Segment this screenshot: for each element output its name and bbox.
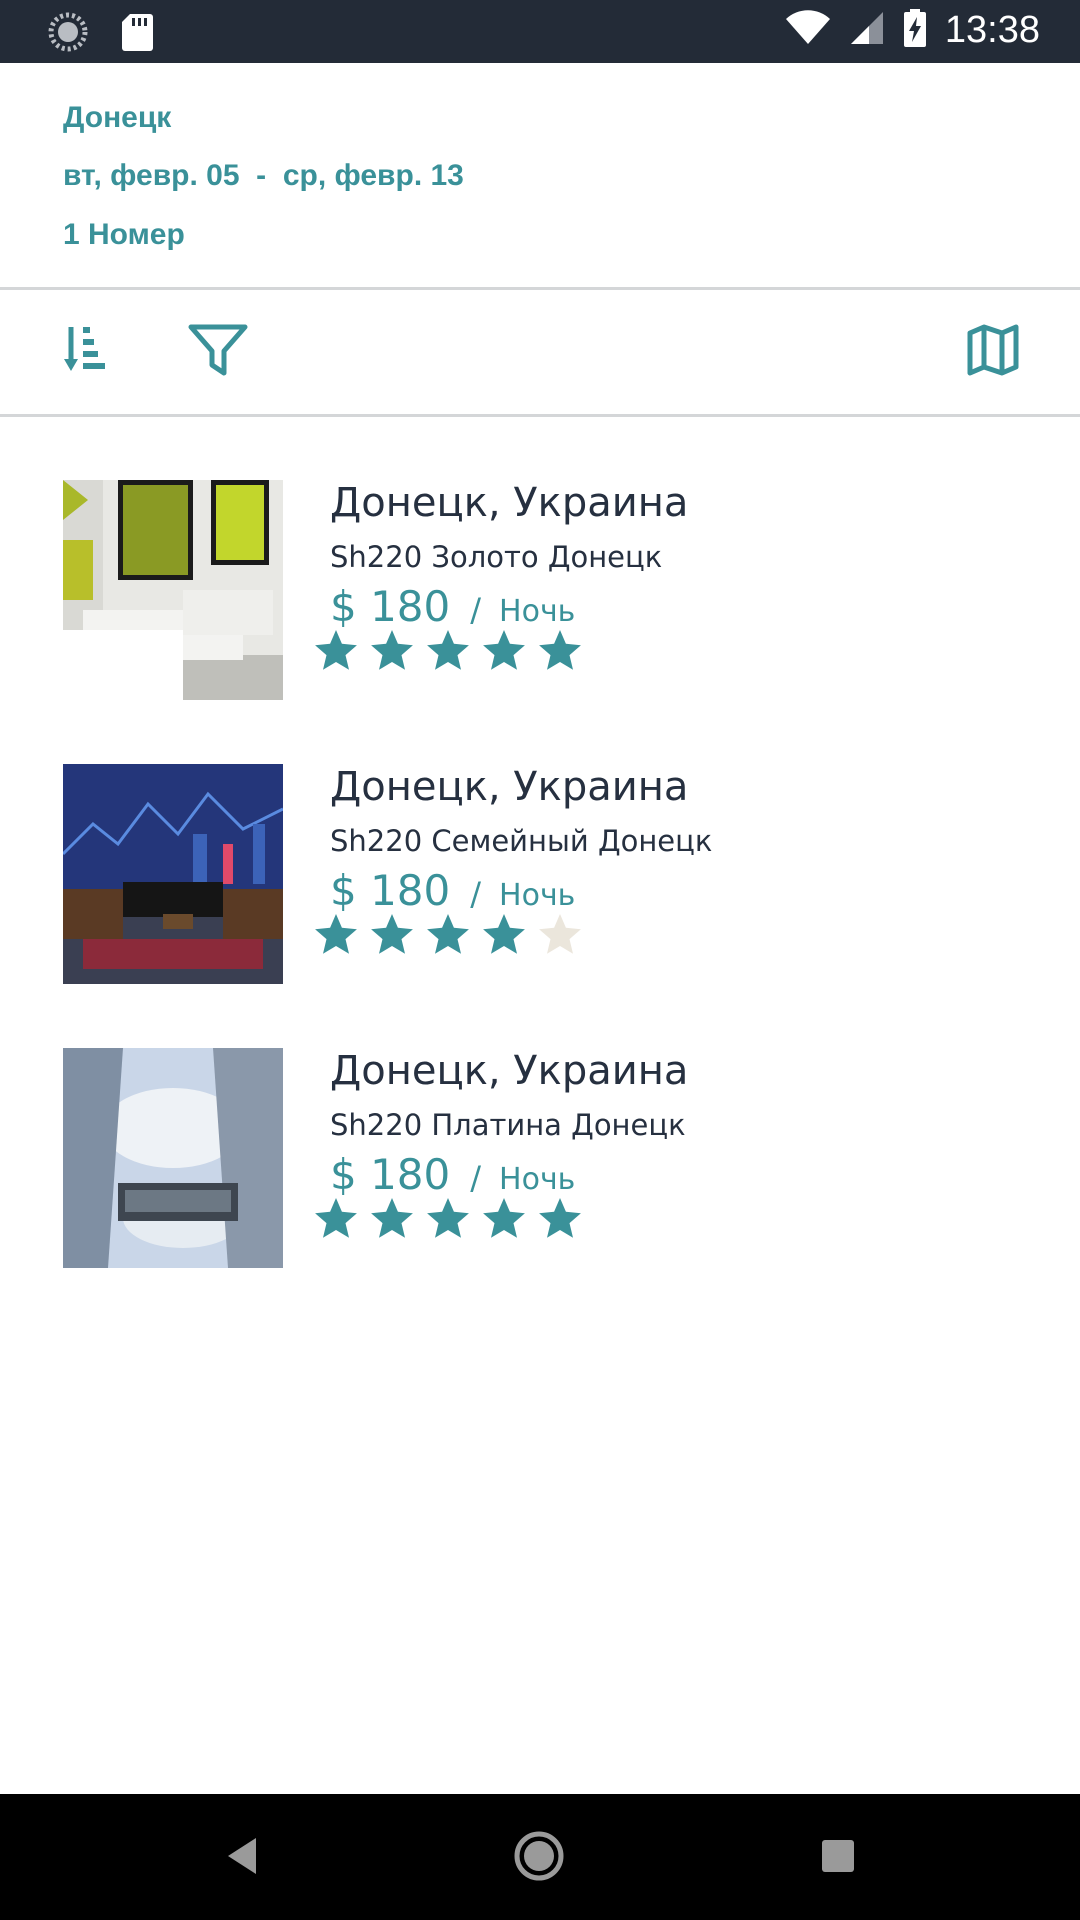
back-icon	[222, 1834, 262, 1882]
star-filled-icon	[426, 1196, 470, 1240]
hotel-location: Донецк, Украина	[330, 1048, 689, 1094]
price-amount: $ 180	[330, 582, 451, 631]
wifi-icon	[785, 10, 831, 50]
signal-icon	[849, 10, 885, 50]
hotel-name: Sh220 Платина Донецк	[330, 1108, 686, 1142]
back-button[interactable]	[214, 1830, 270, 1886]
star-rating	[314, 1196, 582, 1240]
home-icon	[513, 1830, 565, 1886]
sort-icon	[61, 323, 115, 381]
hotel-photo	[63, 1048, 283, 1268]
star-rating	[314, 912, 582, 956]
search-summary[interactable]: Донецк вт, февр. 05 - ср, февр. 13 1 Ном…	[0, 63, 1080, 288]
status-time: 13:38	[944, 8, 1040, 51]
star-rating	[314, 628, 582, 672]
list-item[interactable]: Донецк, Украина Sh220 Золото Донецк $ 18…	[0, 480, 1080, 720]
sort-button[interactable]	[58, 322, 118, 382]
price-separator: /	[470, 1159, 482, 1197]
search-city: Донецк	[63, 101, 172, 134]
star-filled-icon	[370, 628, 414, 672]
list-item[interactable]: Донецк, Украина Sh220 Платина Донецк $ 1…	[0, 1048, 1080, 1288]
hotel-location: Донецк, Украина	[330, 480, 689, 526]
home-button[interactable]	[511, 1830, 567, 1886]
recents-button[interactable]	[810, 1830, 866, 1886]
hotel-photo	[63, 764, 283, 984]
recents-icon	[820, 1838, 856, 1878]
price-unit: Ночь	[499, 594, 576, 629]
hotel-price: $ 180 / Ночь	[330, 582, 575, 631]
hotel-name: Sh220 Золото Донецк	[330, 540, 663, 574]
filter-button[interactable]	[188, 322, 248, 382]
hotel-name: Sh220 Семейный Донецк	[330, 824, 713, 858]
sync-icon	[48, 12, 88, 56]
star-filled-icon	[482, 912, 526, 956]
star-filled-icon	[314, 628, 358, 672]
star-filled-icon	[370, 1196, 414, 1240]
price-separator: /	[470, 875, 482, 913]
search-rooms: 1 Номер	[63, 218, 185, 251]
map-icon	[967, 324, 1019, 380]
star-filled-icon	[482, 628, 526, 672]
star-filled-icon	[314, 912, 358, 956]
hotel-price: $ 180 / Ночь	[330, 866, 575, 915]
map-button[interactable]	[963, 322, 1023, 382]
filter-icon	[188, 323, 248, 381]
price-amount: $ 180	[330, 1150, 451, 1199]
star-filled-icon	[538, 1196, 582, 1240]
hotel-location: Донецк, Украина	[330, 764, 689, 810]
hotel-price: $ 180 / Ночь	[330, 1150, 575, 1199]
list-item[interactable]: Донецк, Украина Sh220 Семейный Донецк $ …	[0, 764, 1080, 1004]
star-filled-icon	[482, 1196, 526, 1240]
price-separator: /	[470, 591, 482, 629]
star-filled-icon	[538, 628, 582, 672]
hotel-photo	[63, 480, 283, 700]
price-unit: Ночь	[499, 878, 576, 913]
price-unit: Ночь	[499, 1162, 576, 1197]
toolbar	[0, 290, 1080, 414]
star-filled-icon	[314, 1196, 358, 1240]
divider	[0, 414, 1080, 417]
star-filled-icon	[370, 912, 414, 956]
star-empty-icon	[538, 912, 582, 956]
sd-card-icon	[120, 12, 154, 56]
star-filled-icon	[426, 628, 470, 672]
price-amount: $ 180	[330, 866, 451, 915]
battery-charging-icon	[903, 8, 927, 52]
star-filled-icon	[426, 912, 470, 956]
search-dates: вт, февр. 05 - ср, февр. 13	[63, 159, 464, 192]
navigation-bar	[0, 1794, 1080, 1920]
status-bar: 13:38	[0, 0, 1080, 63]
